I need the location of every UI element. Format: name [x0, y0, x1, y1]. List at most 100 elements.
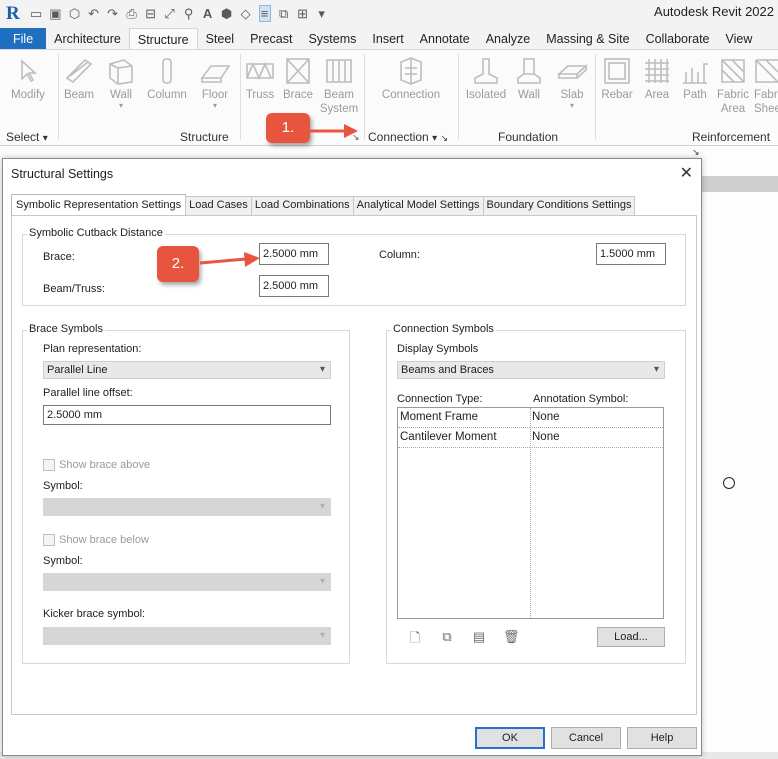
- tab-architecture[interactable]: Architecture: [46, 28, 129, 49]
- table-cell-annotation-symbol[interactable]: None: [530, 428, 663, 448]
- table-toolbar: 🗋 ⧉ ▤ 🗑: [407, 629, 527, 647]
- cutback-legend: Symbolic Cutback Distance: [27, 227, 165, 239]
- brace-button[interactable]: Brace: [280, 54, 316, 102]
- kicker-brace-symbol-select[interactable]: ▾: [43, 627, 331, 645]
- fabric-sheet-label-line2: Shee: [754, 103, 778, 115]
- beam-truss-cutback-input[interactable]: 2.5000 mm: [259, 275, 329, 297]
- sync-icon[interactable]: ⬡: [69, 6, 81, 22]
- show-brace-above-checkbox[interactable]: [43, 459, 55, 471]
- dimension-icon[interactable]: ⤢: [164, 6, 176, 22]
- table-cell-connection-type[interactable]: Moment Frame: [398, 408, 530, 428]
- slab-button[interactable]: Slab ▾: [552, 54, 592, 110]
- tab-analytical-model-settings[interactable]: Analytical Model Settings: [352, 196, 484, 215]
- brace-symbols-group: Brace Symbols Plan representation: Paral…: [22, 323, 350, 664]
- cancel-button[interactable]: Cancel: [551, 727, 621, 749]
- close-icon[interactable]: ✕: [680, 163, 693, 183]
- customize-icon[interactable]: ▾: [316, 6, 328, 22]
- panel-select[interactable]: Select ▾: [6, 130, 48, 146]
- tab-load-cases[interactable]: Load Cases: [185, 196, 252, 215]
- wall-foundation-button[interactable]: Wall: [512, 54, 546, 102]
- help-button[interactable]: Help: [627, 727, 697, 749]
- delete-icon[interactable]: 🗑: [503, 629, 520, 645]
- path-button[interactable]: Path: [678, 54, 712, 102]
- tab-massing-site[interactable]: Massing & Site: [538, 28, 637, 49]
- rename-icon[interactable]: ▤: [471, 629, 487, 645]
- save-icon[interactable]: ▣: [49, 6, 61, 22]
- show-brace-below-checkbox[interactable]: [43, 534, 55, 546]
- reinforcement-settings-launcher-icon[interactable]: ↘: [692, 147, 700, 157]
- symbol-below-select[interactable]: ▾: [43, 573, 331, 591]
- tab-boundary-conditions-settings[interactable]: Boundary Conditions Settings: [482, 196, 636, 215]
- redo-icon[interactable]: ↷: [107, 6, 119, 22]
- tab-steel[interactable]: Steel: [198, 28, 243, 49]
- floor-button[interactable]: Floor ▾: [196, 54, 234, 110]
- tag-icon[interactable]: ⚲: [183, 6, 195, 22]
- column-label: Column:: [379, 249, 420, 261]
- structural-settings-dialog: Structural Settings ✕ Symbolic Represent…: [2, 158, 702, 756]
- duplicate-icon[interactable]: ⧉: [439, 629, 455, 645]
- callout-arrow-2: [199, 252, 260, 267]
- brace-label: Brace: [282, 89, 314, 101]
- load-button[interactable]: Load...: [597, 627, 665, 647]
- beam-button[interactable]: Beam: [60, 54, 98, 102]
- rebar-button[interactable]: Rebar: [598, 54, 636, 102]
- tab-file[interactable]: File: [0, 28, 47, 49]
- beam-system-icon: [318, 54, 360, 88]
- modify-button[interactable]: Modify: [8, 54, 48, 102]
- connection-settings-launcher-icon[interactable]: ↘: [440, 133, 448, 143]
- area-button[interactable]: Area: [640, 54, 674, 102]
- isolated-button[interactable]: Isolated: [462, 54, 510, 102]
- tab-precast[interactable]: Precast: [242, 28, 300, 49]
- fabric-area-button[interactable]: Fabric Area: [714, 54, 752, 116]
- wall-button[interactable]: Wall ▾: [102, 54, 140, 110]
- chevron-down-icon: ▾: [118, 101, 123, 110]
- revit-logo-icon[interactable]: R: [6, 3, 20, 25]
- connection-button[interactable]: Connection: [374, 54, 448, 102]
- column-button[interactable]: Column: [144, 54, 190, 102]
- ok-button[interactable]: OK: [475, 727, 545, 749]
- new-icon[interactable]: 🗋: [407, 629, 423, 645]
- tab-systems[interactable]: Systems: [300, 28, 364, 49]
- connection-type-header: Connection Type:: [397, 393, 483, 405]
- close-hidden-icon[interactable]: ⧉: [278, 6, 290, 22]
- tab-collaborate[interactable]: Collaborate: [638, 28, 718, 49]
- truss-button[interactable]: Truss: [244, 54, 276, 102]
- table-cell-annotation-symbol[interactable]: None: [530, 408, 663, 428]
- parallel-line-offset-input[interactable]: 2.5000 mm: [43, 405, 331, 425]
- undo-icon[interactable]: ↶: [88, 6, 100, 22]
- chevron-down-icon: ▾: [432, 133, 438, 144]
- plan-representation-select[interactable]: Parallel Line ▾: [43, 361, 331, 379]
- fabric-area-icon: [714, 54, 752, 88]
- area-label: Area: [644, 89, 670, 101]
- panel-reinforcement-label: Reinforcement: [692, 130, 771, 144]
- column-cutback-input[interactable]: 1.5000 mm: [596, 243, 666, 265]
- tab-insert[interactable]: Insert: [364, 28, 411, 49]
- switch-windows-icon[interactable]: ⊞: [297, 6, 309, 22]
- panel-connection[interactable]: Connection ▾ ↘: [368, 130, 448, 146]
- symbol-above-select[interactable]: ▾: [43, 498, 331, 516]
- display-symbols-select[interactable]: Beams and Braces ▾: [397, 361, 665, 379]
- tab-annotate[interactable]: Annotate: [412, 28, 478, 49]
- ribbon-panel: Modify Beam Wall ▾ Column Floor ▾ Truss …: [0, 50, 778, 157]
- ribbon-separator: [364, 54, 365, 140]
- brace-cutback-input[interactable]: 2.5000 mm: [259, 243, 329, 265]
- 3d-view-icon[interactable]: ⬢: [221, 6, 233, 22]
- tab-load-combinations[interactable]: Load Combinations: [250, 196, 354, 215]
- table-cell-connection-type[interactable]: Cantilever Moment: [398, 428, 530, 448]
- path-reinforcement-icon: [678, 54, 712, 88]
- beam-system-button[interactable]: Beam System: [318, 54, 360, 116]
- measure-icon[interactable]: ⊟: [145, 6, 157, 22]
- tab-analyze[interactable]: Analyze: [478, 28, 538, 49]
- chevron-down-icon: ▾: [569, 101, 574, 110]
- section-icon[interactable]: ◇: [240, 6, 252, 22]
- panel-structure: Structure: [180, 130, 229, 144]
- tab-view[interactable]: View: [718, 28, 761, 49]
- fabric-sheet-button[interactable]: Fabr Shee: [754, 54, 778, 116]
- tab-symbolic-representation[interactable]: Symbolic Representation Settings: [11, 194, 187, 215]
- floor-icon: [196, 54, 234, 88]
- print-icon[interactable]: ⎙: [126, 6, 138, 22]
- tab-structure[interactable]: Structure: [128, 28, 198, 49]
- text-icon[interactable]: A: [202, 6, 214, 21]
- open-icon[interactable]: ▭: [30, 6, 42, 22]
- thin-lines-icon[interactable]: ≡: [258, 5, 271, 22]
